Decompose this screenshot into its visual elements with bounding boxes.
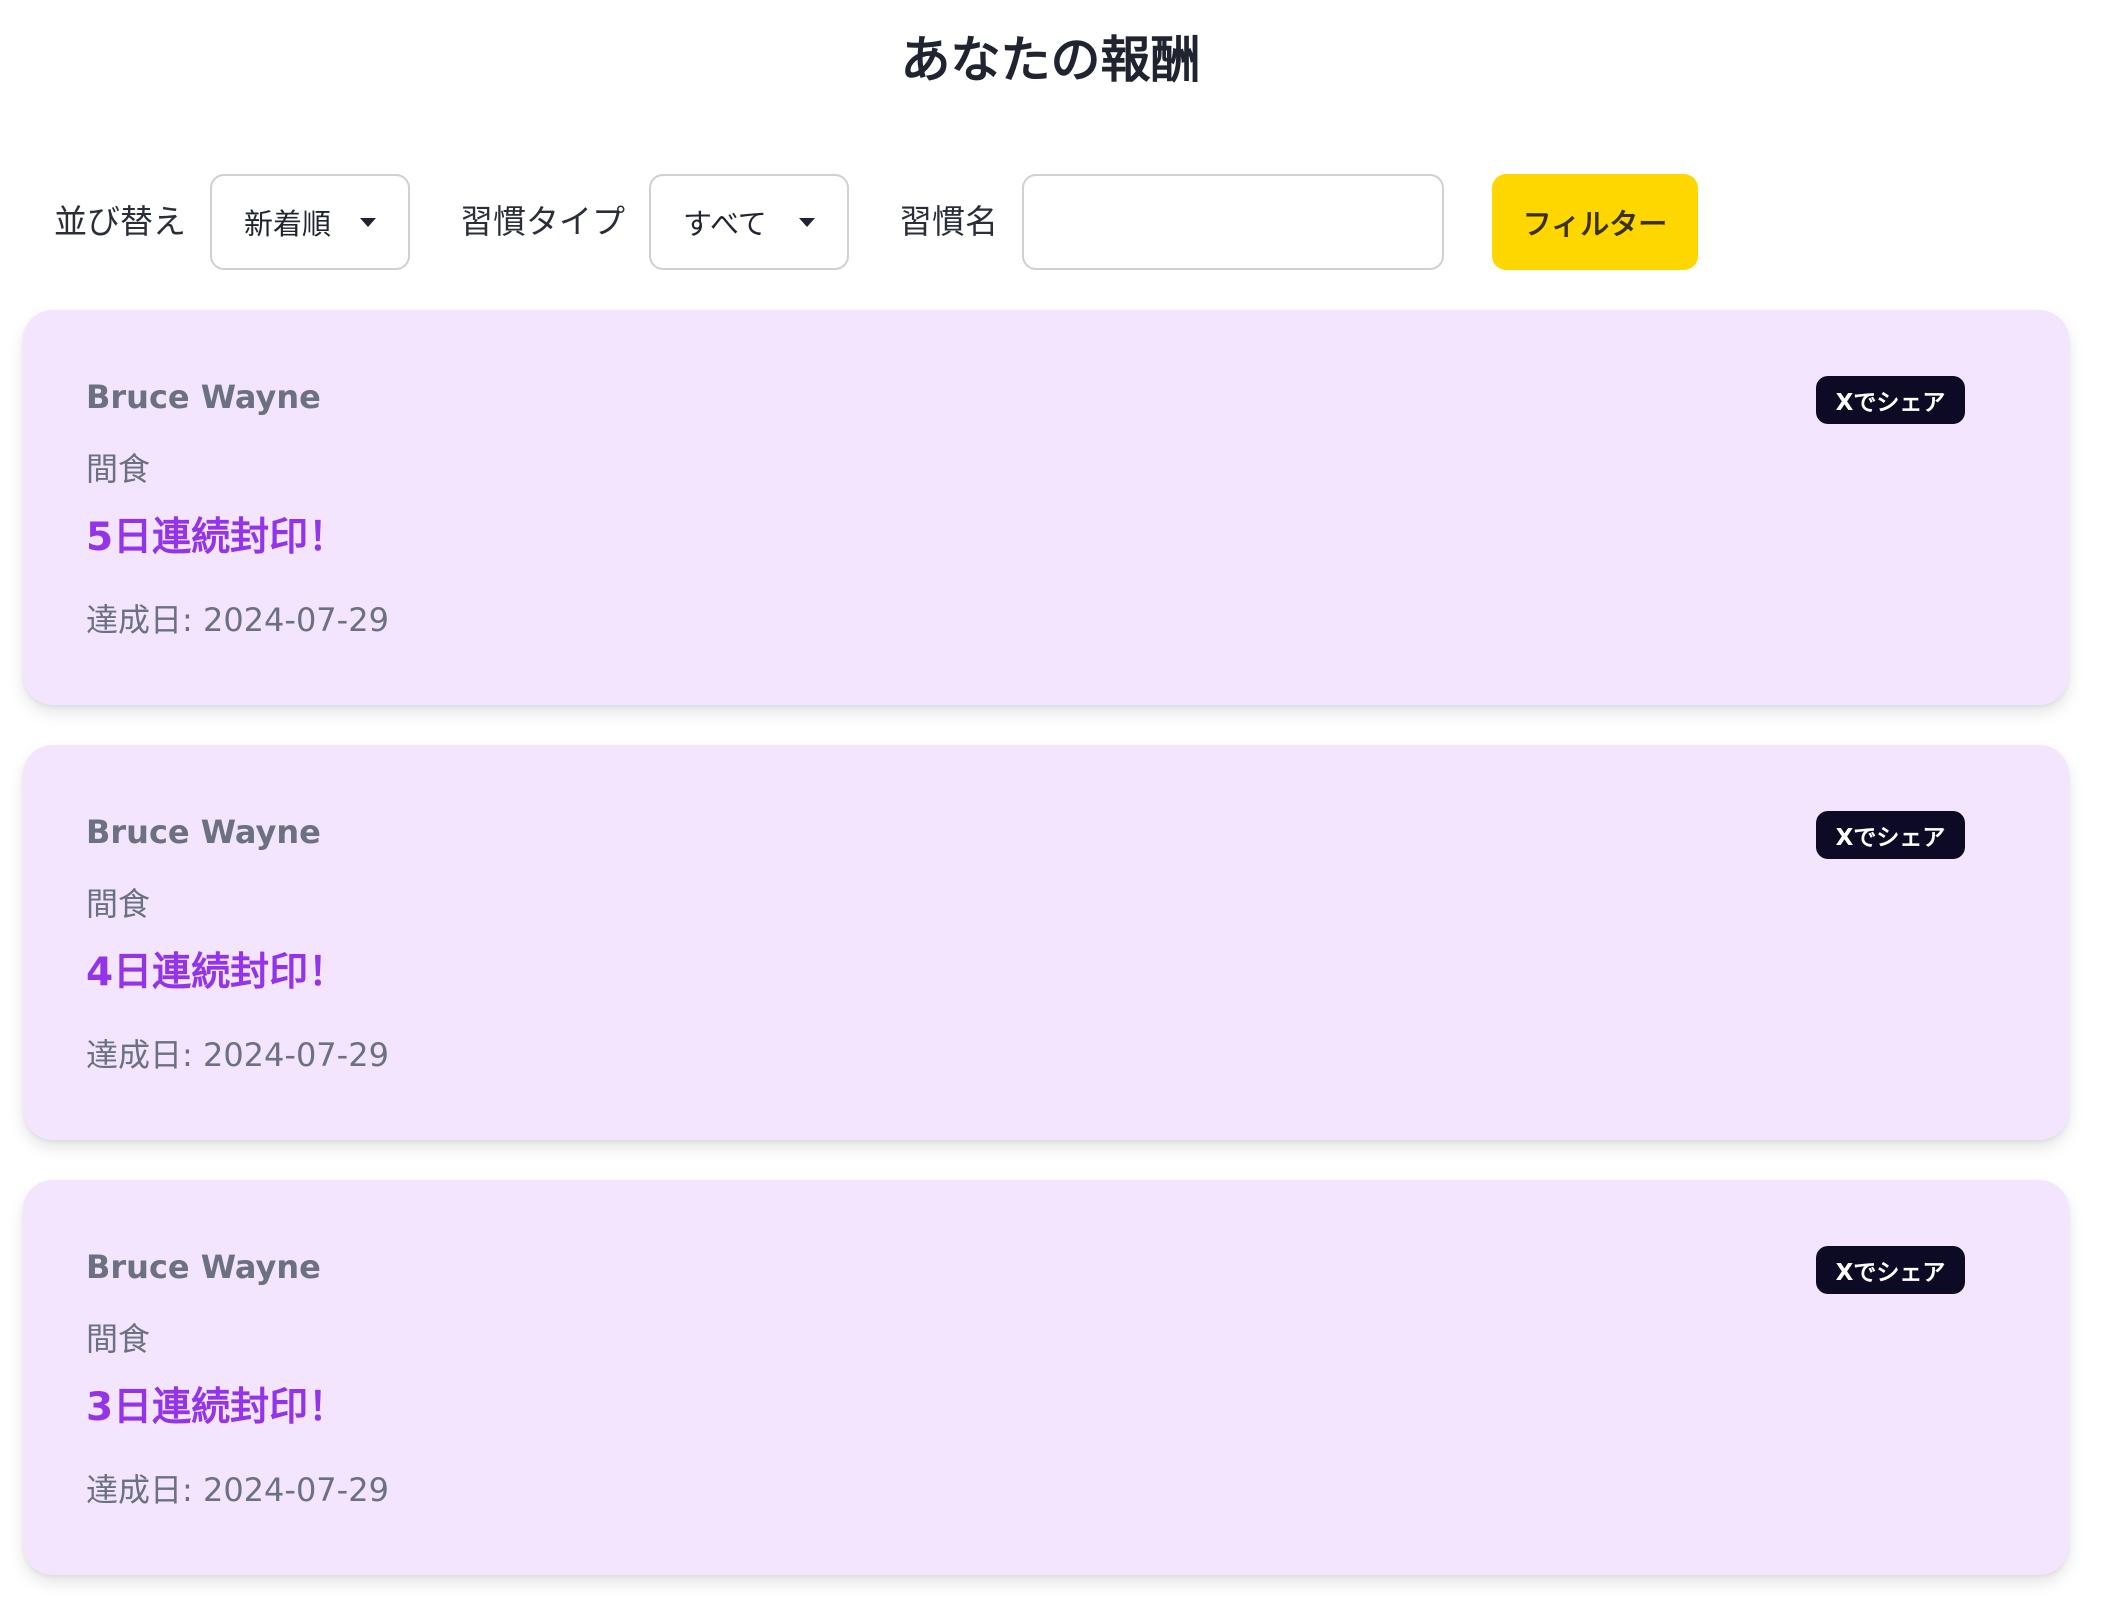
- habit-type-label: 習慣タイプ: [460, 202, 625, 241]
- reward-user-name: Bruce Wayne: [86, 813, 321, 851]
- habit-type-select-value: すべて: [683, 207, 767, 241]
- chevron-down-icon: [360, 218, 376, 227]
- habit-name-label: 習慣名: [899, 202, 998, 241]
- filter-button[interactable]: フィルター: [1492, 174, 1698, 270]
- reward-habit-name: 間食: [86, 885, 151, 923]
- reward-title: 5日連続封印！: [86, 515, 348, 560]
- reward-habit-name: 間食: [86, 450, 151, 488]
- share-on-x-button[interactable]: Xでシェア: [1816, 1246, 1965, 1294]
- reward-habit-name: 間食: [86, 1320, 151, 1358]
- reward-date: 達成日: 2024-07-29: [86, 1036, 389, 1074]
- reward-title: 3日連続封印！: [86, 1385, 348, 1430]
- habit-name-input[interactable]: [1022, 174, 1444, 270]
- page-title: あなたの報酬: [900, 31, 1201, 89]
- reward-date: 達成日: 2024-07-29: [86, 601, 389, 639]
- chevron-down-icon: [799, 218, 815, 227]
- reward-card: Bruce Wayne 間食 3日連続封印！ 達成日: 2024-07-29 X…: [23, 1180, 2069, 1575]
- habit-type-select[interactable]: すべて: [649, 174, 849, 270]
- reward-title: 4日連続封印！: [86, 950, 348, 995]
- sort-select[interactable]: 新着順: [210, 174, 410, 270]
- reward-card: Bruce Wayne 間食 5日連続封印！ 達成日: 2024-07-29 X…: [23, 310, 2069, 705]
- reward-date: 達成日: 2024-07-29: [86, 1471, 389, 1509]
- share-on-x-button[interactable]: Xでシェア: [1816, 376, 1965, 424]
- reward-list: Bruce Wayne 間食 5日連続封印！ 達成日: 2024-07-29 X…: [23, 310, 2069, 1601]
- sort-select-value: 新着順: [244, 207, 332, 241]
- reward-user-name: Bruce Wayne: [86, 1248, 321, 1286]
- share-on-x-button[interactable]: Xでシェア: [1816, 811, 1965, 859]
- rewards-page: あなたの報酬 並び替え 新着順 習慣タイプ すべて 習慣名 フィルター Bruc…: [0, 0, 2101, 1601]
- filter-bar: 並び替え 新着順 習慣タイプ すべて 習慣名 フィルター: [54, 174, 1698, 270]
- sort-label: 並び替え: [54, 202, 186, 241]
- reward-card: Bruce Wayne 間食 4日連続封印！ 達成日: 2024-07-29 X…: [23, 745, 2069, 1140]
- reward-user-name: Bruce Wayne: [86, 378, 321, 416]
